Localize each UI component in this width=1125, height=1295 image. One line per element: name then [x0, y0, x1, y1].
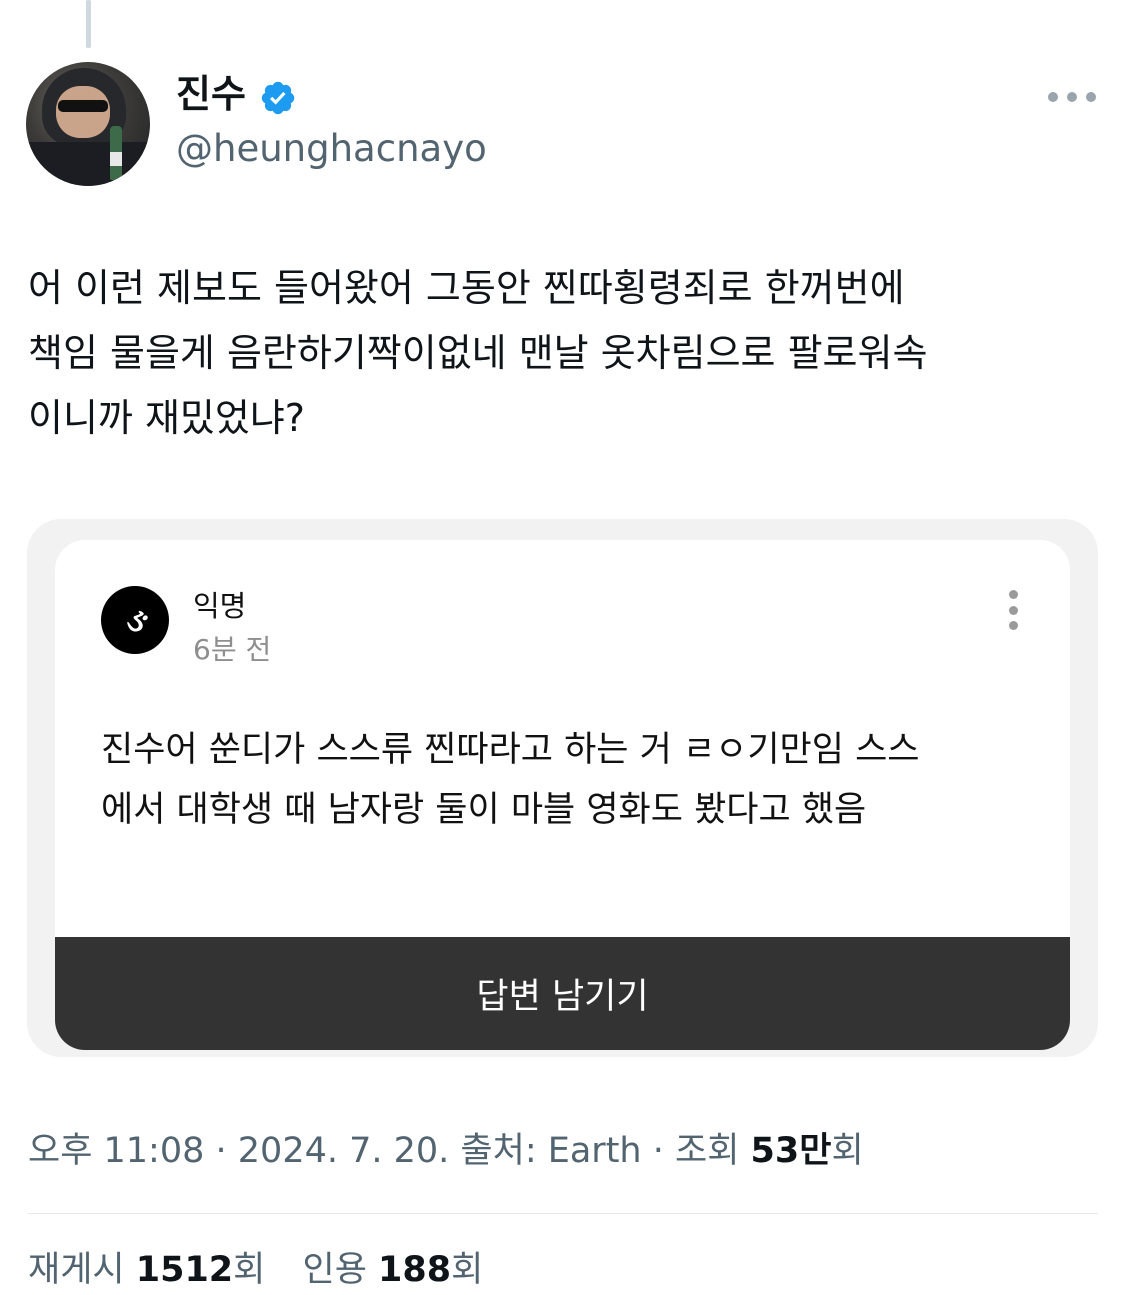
views-unit: 회 [831, 1131, 864, 1171]
more-dot [1067, 92, 1077, 102]
avatar-face [56, 86, 110, 138]
source-label: 출처: [449, 1131, 548, 1171]
tweet-stats: 재게시 1512회 인용 188회 [28, 1245, 509, 1295]
kebab-dot [1008, 590, 1018, 599]
kebab-dot [1008, 605, 1018, 615]
avatar-sunglasses [58, 100, 108, 112]
avatar-jacket [26, 142, 150, 186]
quotes-unit: 회 [451, 1250, 484, 1290]
anonymous-name: 익명 [193, 589, 247, 623]
retweets-unit: 회 [233, 1250, 266, 1290]
more-dot [1086, 92, 1096, 102]
more-dot [1048, 92, 1058, 102]
source-value: Earth [547, 1131, 642, 1171]
anonymous-post-time: 6분 전 [193, 633, 272, 666]
avatar-bottle-label [110, 152, 122, 166]
post-time[interactable]: 오후 11:08 [28, 1131, 204, 1171]
author-display-name[interactable]: 진수 [176, 70, 246, 118]
anonymous-logo-icon: ઙ [101, 586, 169, 654]
verified-badge-icon [261, 81, 295, 115]
quotes-count: 188 [378, 1250, 452, 1290]
retweets-label: 재게시 [28, 1250, 136, 1290]
vertical-more-icon [1001, 590, 1025, 630]
author-handle[interactable]: @heunghacnayo [176, 125, 487, 173]
views-label: 조회 [675, 1131, 751, 1171]
quotes-label: 인용 [302, 1250, 379, 1290]
tweet-meta: 오후 11:08 · 2024. 7. 20. 출처: Earth · 조회 5… [28, 1126, 864, 1176]
meta-separator: · [204, 1131, 238, 1171]
answer-button: 답변 남기기 [55, 937, 1070, 1050]
anonymous-question-card: ઙ 익명 6분 전 진수어 쑨디가 스스류 찐따라고 하는 거 ㄹㅇ기만임 스스… [55, 540, 1070, 1050]
thread-connector-line [86, 0, 91, 48]
meta-separator: · [641, 1131, 675, 1171]
divider [28, 1213, 1098, 1214]
views-count: 53만 [750, 1131, 832, 1171]
post-date[interactable]: 2024. 7. 20. [238, 1131, 450, 1171]
quotes-stat[interactable]: 인용 188회 [303, 1245, 484, 1295]
retweets-count: 1512 [135, 1250, 234, 1290]
author-avatar[interactable] [26, 62, 150, 186]
more-options-icon[interactable] [1048, 82, 1096, 112]
tweet-text: 어 이런 제보도 들어왔어 그동안 찐따횡령죄로 한꺼번에 책임 물을게 음란하… [28, 266, 928, 440]
retweets-stat[interactable]: 재게시 1512회 [28, 1245, 265, 1295]
anonymous-message-text: 진수어 쑨디가 스스류 찐따라고 하는 거 ㄹㅇ기만임 스스 에서 대학생 때 … [101, 730, 920, 830]
kebab-dot [1008, 621, 1018, 630]
